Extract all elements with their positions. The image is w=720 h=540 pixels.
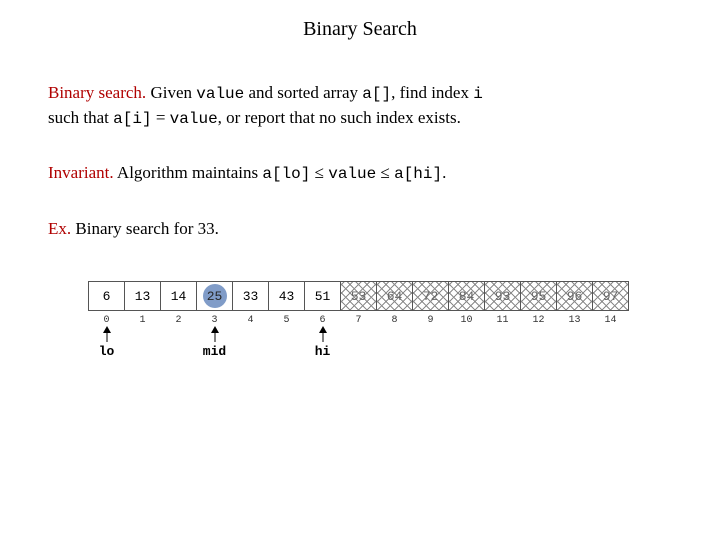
array-index: 1 bbox=[124, 315, 161, 326]
pointer-row: lo mid hi bbox=[88, 344, 672, 359]
array-cell-value: 97 bbox=[603, 289, 619, 304]
array-cell-value: 33 bbox=[243, 289, 259, 304]
array-cell-value: 72 bbox=[423, 289, 439, 304]
index-row: 01234567891011121314 bbox=[88, 315, 672, 326]
pointer-slot bbox=[232, 344, 269, 359]
pointer-slot bbox=[556, 344, 593, 359]
array-cell: 84 bbox=[448, 281, 485, 311]
array-cell: 33 bbox=[232, 281, 269, 311]
array-index: 3 bbox=[196, 315, 233, 326]
array-row: 6 13 14 25 33 43 51 53 64 72 84 93 95 96 97 bbox=[88, 281, 672, 311]
array-index: 4 bbox=[232, 315, 269, 326]
array-cell-value: 64 bbox=[387, 289, 403, 304]
definition-lead: Binary search. bbox=[48, 83, 146, 102]
pointer-slot bbox=[448, 344, 485, 359]
array-index: 10 bbox=[448, 315, 485, 326]
code-ai: a[i] bbox=[113, 110, 151, 128]
text: , find index bbox=[391, 83, 473, 102]
definition-paragraph: Binary search. Given value and sorted ar… bbox=[48, 81, 672, 131]
array-cell: 51 bbox=[304, 281, 341, 311]
array-cell-value: 51 bbox=[315, 289, 331, 304]
pointer-slot bbox=[376, 344, 413, 359]
pointer-slot bbox=[412, 344, 449, 359]
array-cell: 6 bbox=[88, 281, 125, 311]
array-cell: 93 bbox=[484, 281, 521, 311]
pointer-mid: mid bbox=[196, 344, 233, 359]
array-cell: 53 bbox=[340, 281, 377, 311]
pointer-slot bbox=[160, 344, 197, 359]
array-cell-value: 96 bbox=[567, 289, 583, 304]
text: such that bbox=[48, 108, 113, 127]
code-array: a[] bbox=[362, 85, 391, 103]
pointer-slot bbox=[124, 344, 161, 359]
array-index: 6 bbox=[304, 315, 341, 326]
example-paragraph: Ex. Binary search for 33. bbox=[48, 217, 672, 242]
text: ≤ bbox=[376, 163, 394, 182]
text: Given bbox=[146, 83, 196, 102]
text: ≤ bbox=[310, 163, 328, 182]
invariant-paragraph: Invariant. Algorithm maintains a[lo] ≤ v… bbox=[48, 161, 672, 186]
pointer-hi: hi bbox=[304, 344, 341, 359]
pointer-slot bbox=[484, 344, 521, 359]
array-cell-value: 53 bbox=[351, 289, 367, 304]
array-cell-value: 93 bbox=[495, 289, 511, 304]
example-lead: Ex. bbox=[48, 219, 71, 238]
text: , or report that no such index exists. bbox=[218, 108, 461, 127]
text: Algorithm maintains bbox=[114, 163, 263, 182]
array-cell: 72 bbox=[412, 281, 449, 311]
array-cell: 95 bbox=[520, 281, 557, 311]
array-cell-value: 13 bbox=[135, 289, 151, 304]
array-index: 2 bbox=[160, 315, 197, 326]
array-cell: 13 bbox=[124, 281, 161, 311]
array-index: 12 bbox=[520, 315, 557, 326]
code-i: i bbox=[473, 85, 483, 103]
code-ahi: a[hi] bbox=[394, 165, 442, 183]
array-diagram: 61314253343515364728493959697 0123456789… bbox=[88, 281, 672, 359]
invariant-lead: Invariant. bbox=[48, 163, 114, 182]
pointer-slot bbox=[520, 344, 557, 359]
array-index: 11 bbox=[484, 315, 521, 326]
array-cell-value: 25 bbox=[203, 284, 227, 308]
pointer-slot bbox=[340, 344, 377, 359]
text: . bbox=[442, 163, 446, 182]
array-index: 9 bbox=[412, 315, 449, 326]
array-cell: 97 bbox=[592, 281, 629, 311]
array-index: 8 bbox=[376, 315, 413, 326]
text: = bbox=[152, 108, 170, 127]
array-cell: 14 bbox=[160, 281, 197, 311]
array-cell: 96 bbox=[556, 281, 593, 311]
page-title: Binary Search bbox=[48, 18, 672, 41]
text: and sorted array bbox=[244, 83, 362, 102]
array-index: 7 bbox=[340, 315, 377, 326]
text: Binary search for 33. bbox=[71, 219, 219, 238]
array-cell-value: 43 bbox=[279, 289, 295, 304]
array-cell-value: 95 bbox=[531, 289, 547, 304]
code-value3: value bbox=[328, 165, 376, 183]
array-cell: 43 bbox=[268, 281, 305, 311]
code-value2: value bbox=[170, 110, 218, 128]
pointer-slot bbox=[592, 344, 629, 359]
array-index: 0 bbox=[88, 315, 125, 326]
array-cell: 64 bbox=[376, 281, 413, 311]
array-cell: 25 bbox=[196, 281, 233, 311]
code-alo: a[lo] bbox=[262, 165, 310, 183]
pointer-lo: lo bbox=[88, 344, 125, 359]
array-cell-value: 14 bbox=[171, 289, 187, 304]
array-index: 14 bbox=[592, 315, 629, 326]
array-cell-value: 84 bbox=[459, 289, 475, 304]
array-cell-value: 6 bbox=[103, 289, 111, 304]
code-value: value bbox=[196, 85, 244, 103]
array-index: 13 bbox=[556, 315, 593, 326]
pointer-slot bbox=[268, 344, 305, 359]
array-index: 5 bbox=[268, 315, 305, 326]
slide: Binary Search Binary search. Given value… bbox=[0, 0, 720, 540]
